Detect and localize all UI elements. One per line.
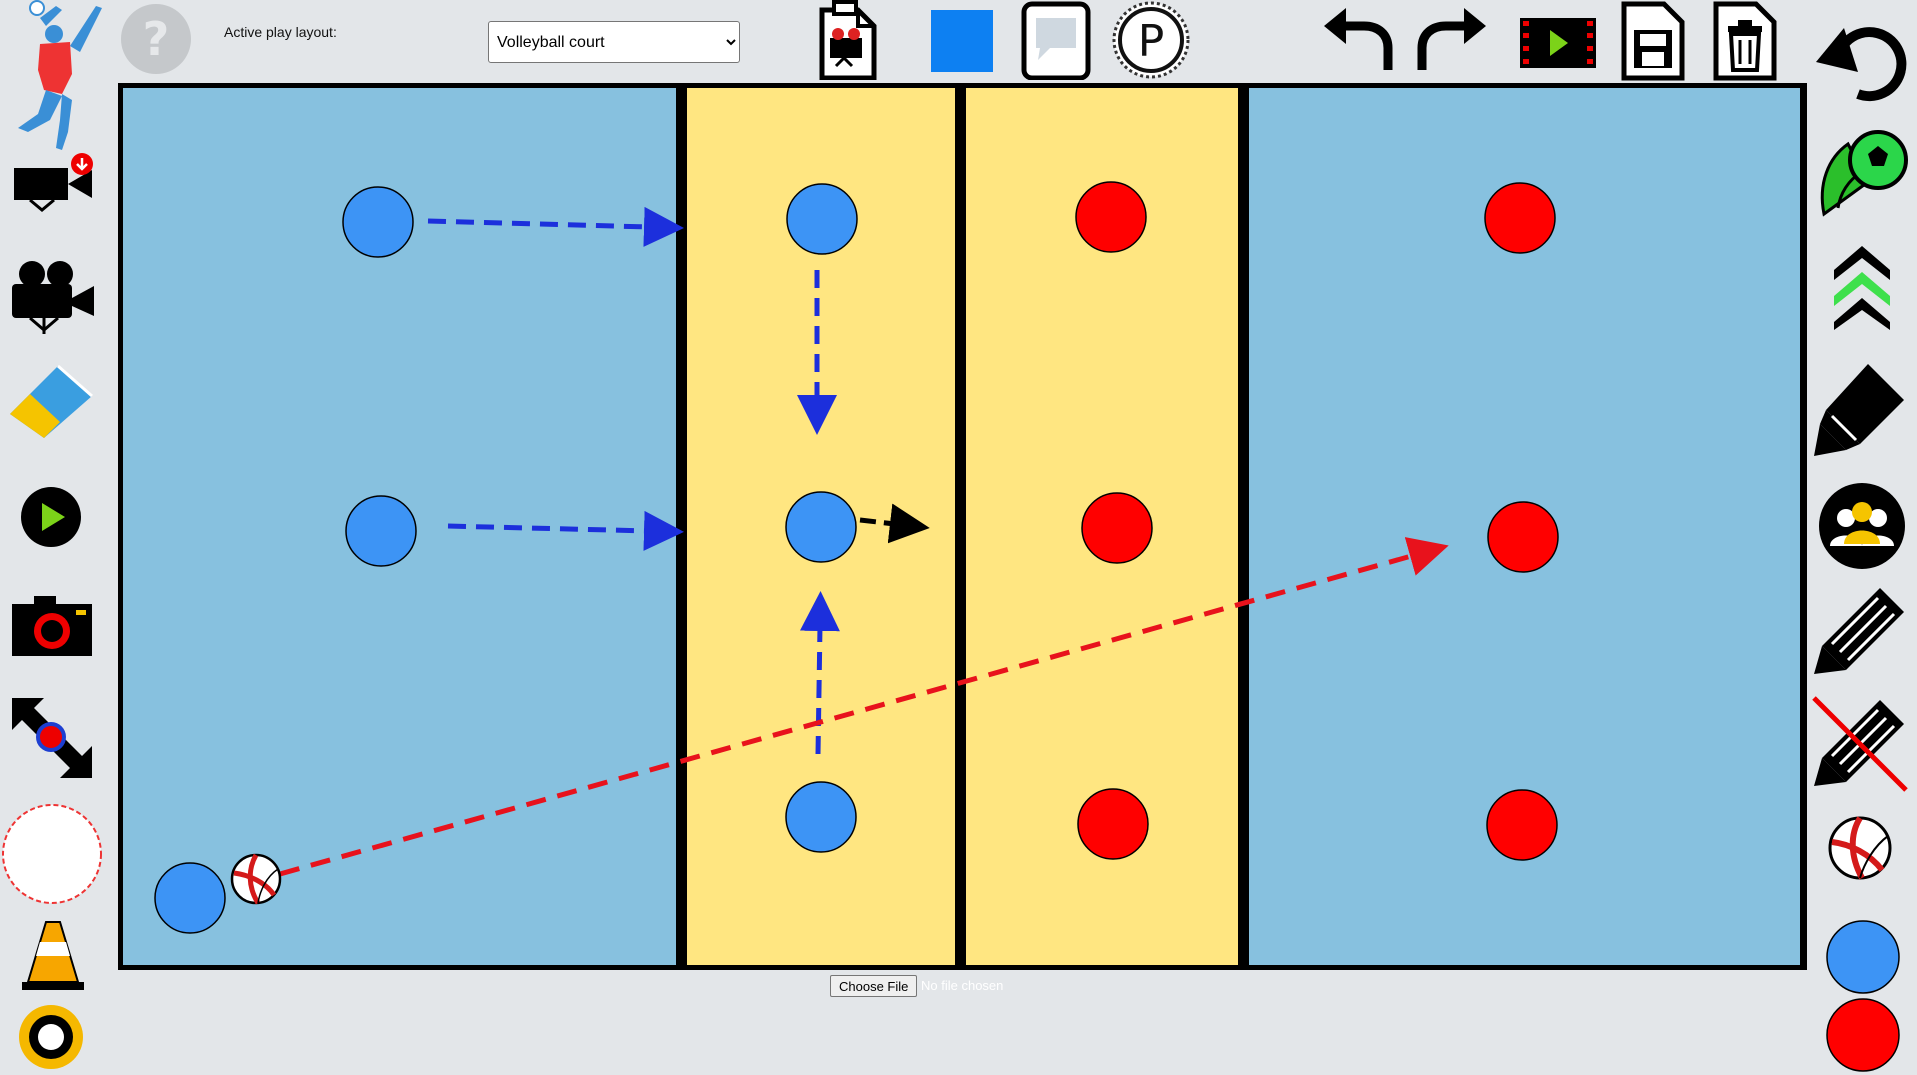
svg-text:?: ? [143,12,170,66]
reset-icon [1816,27,1907,102]
ring-icon [19,1005,83,1069]
ball-shot-icon [1820,130,1908,217]
delete-icon [1713,1,1777,81]
red-player-button[interactable] [1826,998,1900,1072]
save-icon [1621,1,1685,81]
layout-label: Active play layout: [224,24,337,40]
choose-file-button[interactable]: Choose File [830,975,918,997]
color-swatch-button[interactable] [931,10,993,72]
reset-button[interactable] [1814,14,1910,104]
parking-icon: P [1112,1,1190,79]
red-player[interactable] [1081,492,1153,564]
play-icon [21,487,81,547]
red-player[interactable] [1075,181,1147,253]
pencil-button[interactable] [1812,584,1908,676]
speech-bubble-icon [1021,1,1091,80]
circle-zone-button[interactable] [0,802,104,906]
camera-film-icon [12,261,94,334]
cone-icon [22,921,84,990]
pencil-off-icon [1812,696,1908,792]
chevrons-up-button[interactable] [1830,240,1894,330]
chevrons-up-icon [1834,246,1890,330]
red-player[interactable] [1486,789,1558,861]
delete-button[interactable] [1712,0,1778,82]
eraser-icon [10,364,93,438]
help-button[interactable]: ? [120,3,192,75]
photo-camera-icon [12,596,92,656]
file-status: No file chosen [921,978,1004,993]
parking-button[interactable]: P [1111,0,1191,80]
undo-button[interactable] [1322,4,1398,76]
team-button[interactable] [1818,482,1906,570]
blue-player-icon [1826,920,1900,994]
svg-text:P: P [1138,16,1165,67]
volleyball-icon [1828,816,1892,880]
resize-icon [12,698,92,778]
volleyball-player-logo [18,0,102,150]
ball-shot-button[interactable] [1818,124,1910,224]
red-player[interactable] [1484,182,1556,254]
play-animation-button[interactable] [1520,16,1596,70]
marker-icon [1814,364,1904,456]
blue-player[interactable] [345,495,417,567]
speech-bubble-button[interactable] [1020,0,1092,80]
logo [10,0,110,152]
court[interactable] [115,80,1810,973]
volleyball-tool-button[interactable] [1828,816,1892,880]
blue-player[interactable] [785,781,857,853]
eraser-button[interactable] [6,358,96,440]
pencil-icon [1814,588,1904,674]
save-button[interactable] [1620,0,1686,82]
red-player[interactable] [1077,788,1149,860]
clear-screenshot-icon [819,0,877,80]
red-player-icon [1826,998,1900,1072]
layout-select[interactable]: Volleyball court [488,21,740,63]
blue-player[interactable] [785,491,857,563]
clear-screenshot-button[interactable] [814,0,880,80]
play-button[interactable] [20,486,82,548]
play-animation-icon [1520,18,1596,68]
record-video-icon [14,153,93,212]
ring-button[interactable] [18,1004,84,1070]
blue-player[interactable] [786,183,858,255]
blue-player[interactable] [342,186,414,258]
team-icon [1819,483,1905,569]
pencil-off-button[interactable] [1810,694,1910,794]
cone-button[interactable] [20,918,86,992]
redo-button[interactable] [1412,4,1488,76]
blue-player-button[interactable] [1826,920,1900,994]
redo-icon [1417,8,1486,70]
photo-camera-button[interactable] [10,594,94,658]
circle-zone-icon [2,804,102,904]
blue-player-server[interactable] [154,862,226,934]
color-swatch [931,10,993,72]
red-player[interactable] [1487,501,1559,573]
volleyball-ball[interactable] [230,853,282,905]
marker-button[interactable] [1812,358,1908,458]
camera-film-button[interactable] [10,258,96,336]
resize-button[interactable] [10,696,94,780]
undo-icon [1324,8,1393,70]
record-video-button[interactable] [12,152,96,216]
help-icon: ? [121,4,191,74]
